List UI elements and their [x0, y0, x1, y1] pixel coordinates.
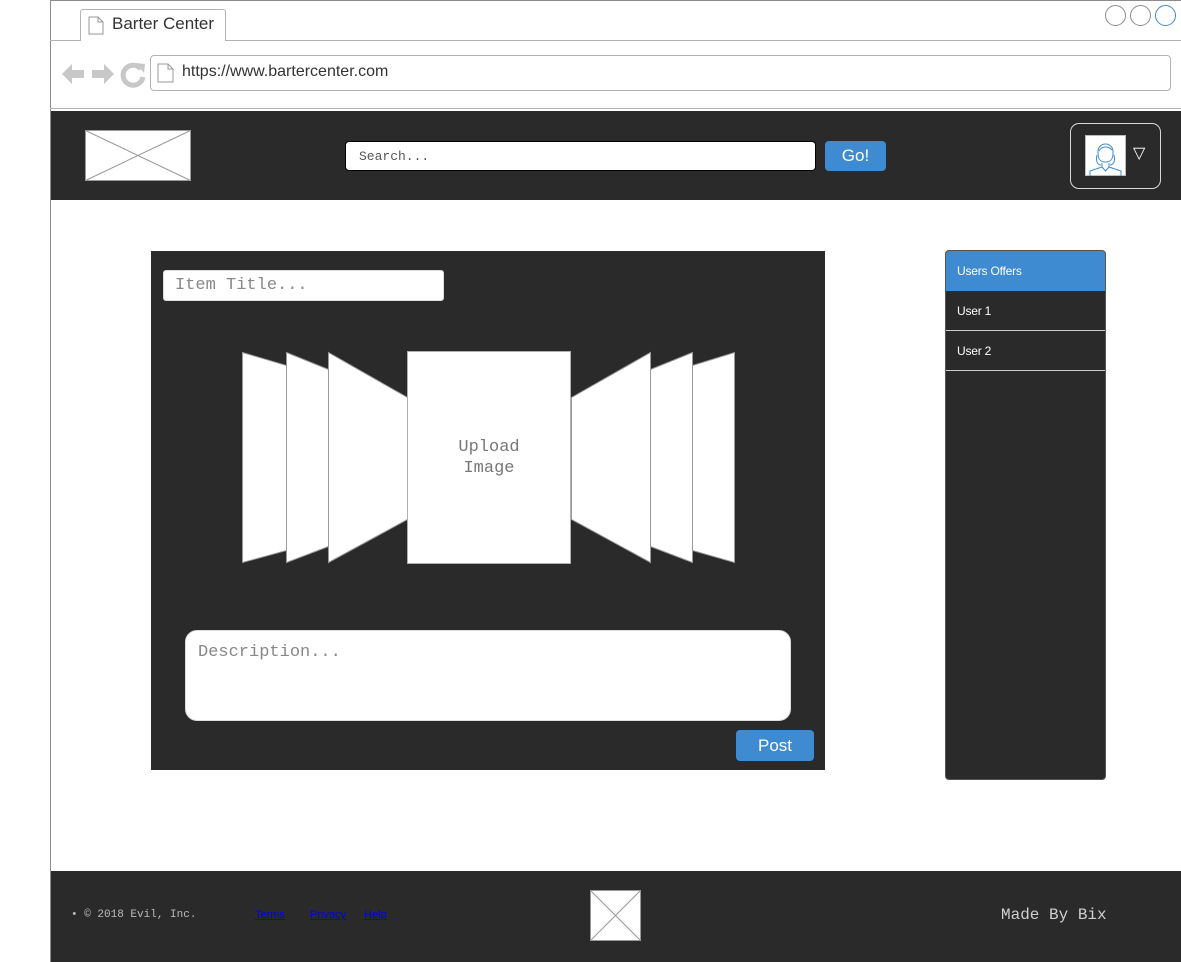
- upload-image-button[interactable]: Upload Image: [407, 351, 571, 564]
- logo-image-placeholder[interactable]: [85, 130, 191, 181]
- maximize-window-button[interactable]: [1130, 5, 1151, 26]
- item-title-input[interactable]: [163, 270, 444, 301]
- close-window-button[interactable]: [1155, 5, 1176, 26]
- user-avatar-icon[interactable]: [1085, 135, 1126, 176]
- url-text[interactable]: https://www.bartercenter.com: [182, 63, 388, 81]
- sidebar-item-user-1[interactable]: User 1: [946, 291, 1105, 331]
- chevron-down-icon[interactable]: ▽: [1133, 143, 1145, 163]
- footer-image-placeholder: [590, 890, 641, 941]
- carousel-slide-left-1[interactable]: [328, 351, 408, 564]
- made-by-text: Made By Bix: [1001, 906, 1107, 924]
- terms-link[interactable]: Terms: [255, 909, 285, 921]
- navigation-controls: [62, 62, 146, 88]
- carousel-slide-right-1[interactable]: [571, 351, 651, 564]
- carousel-slide-left-2[interactable]: [286, 351, 329, 564]
- minimize-window-button[interactable]: [1105, 5, 1126, 26]
- back-arrow-icon[interactable]: [62, 64, 84, 84]
- tab-title: Barter Center: [112, 14, 215, 33]
- carousel-slide-right-2[interactable]: [650, 351, 693, 564]
- help-link[interactable]: Help: [364, 909, 387, 921]
- page-icon: [157, 63, 174, 83]
- search-input[interactable]: [345, 141, 816, 171]
- page-icon: [88, 16, 104, 35]
- copyright-text: • © 2018 Evil, Inc.: [71, 909, 197, 921]
- carousel-slide-right-3[interactable]: [692, 351, 735, 564]
- users-offers-sidebar: Users Offers User 1 User 2: [945, 250, 1106, 780]
- upload-image-label: Upload Image: [458, 437, 520, 478]
- forward-arrow-icon[interactable]: [92, 64, 114, 84]
- post-button[interactable]: Post: [736, 730, 814, 761]
- reload-icon[interactable]: [120, 62, 146, 88]
- description-input[interactable]: [185, 630, 791, 721]
- carousel-slide-left-3[interactable]: [242, 351, 287, 564]
- privacy-link[interactable]: Privacy: [310, 909, 346, 921]
- sidebar-item-user-2[interactable]: User 2: [946, 331, 1105, 371]
- toolbar-divider: [50, 108, 1181, 109]
- sidebar-item-users-offers[interactable]: Users Offers: [946, 251, 1105, 291]
- go-button[interactable]: Go!: [825, 141, 886, 171]
